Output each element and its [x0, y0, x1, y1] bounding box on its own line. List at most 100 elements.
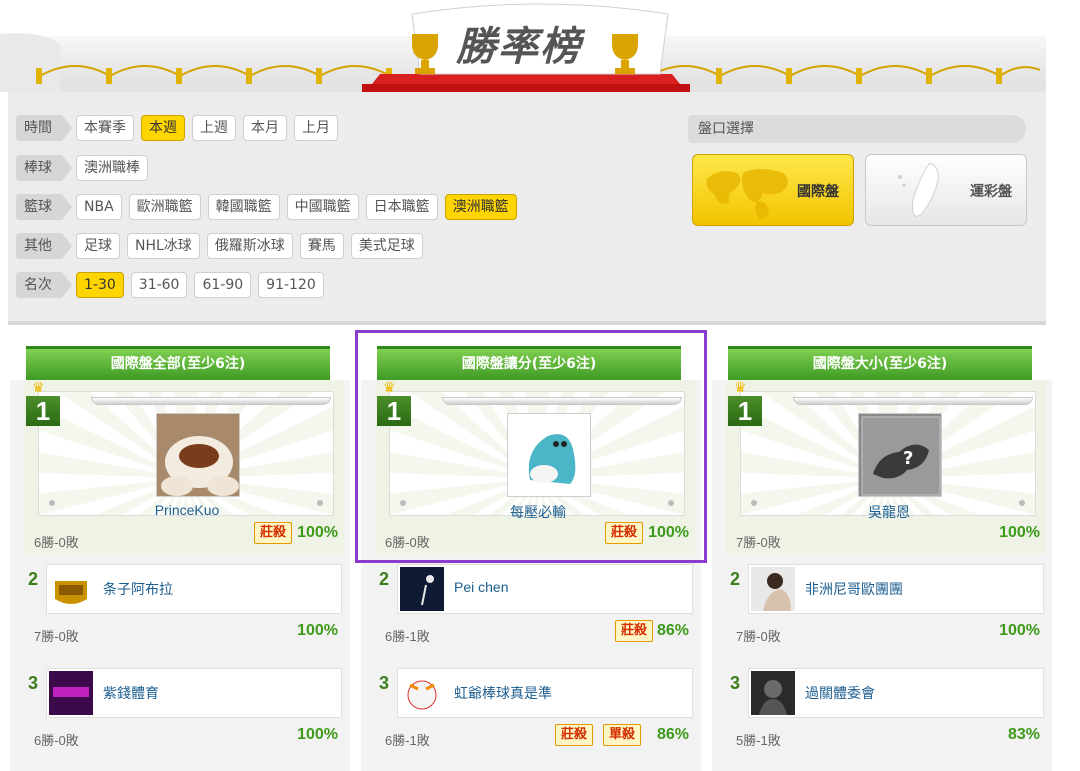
filter-option-nfl[interactable]: 美式足球 — [350, 233, 423, 259]
filter-option-rank-1-30[interactable]: 1-30 — [76, 272, 124, 298]
avatar[interactable]: ? — [858, 413, 942, 497]
filter-option-soccer[interactable]: 足球 — [76, 233, 120, 259]
filter-option-horse-racing[interactable]: 賽馬 — [299, 233, 344, 259]
banner: 勝率榜 — [0, 0, 1080, 92]
filter-option-rank-61-90[interactable]: 61-90 — [194, 272, 252, 298]
tw-lottery-market-label: 運彩盤 — [970, 184, 1012, 200]
win-loss-record: 7勝-0敗 — [34, 629, 79, 644]
rank-number: 2 — [28, 569, 39, 589]
avatar[interactable] — [751, 671, 795, 715]
rank-1-card: ? 吳龍恩 — [740, 391, 1036, 520]
avatar[interactable] — [156, 413, 240, 497]
gold-badge-avatar-image — [49, 567, 93, 611]
rank-3-entry[interactable]: 3 紫錢體育 6勝-0敗 100% — [24, 658, 344, 758]
win-rate: 86% — [656, 726, 689, 743]
taiwan-map-icon — [898, 162, 939, 217]
win-loss-record: 6勝-0敗 — [34, 733, 79, 748]
filter-option-cba[interactable]: 中國職籃 — [286, 194, 359, 220]
filter-option-abl[interactable]: 澳洲職棒 — [76, 155, 148, 181]
rank-number: 3 — [379, 673, 390, 693]
rank-1-entry[interactable]: PrinceKuo 1 ♛ 6勝-0敗 莊殺 100% — [24, 380, 344, 554]
rank-1-card: 每壓必輸 — [389, 391, 685, 520]
win-rate: 100% — [999, 524, 1040, 541]
avatar[interactable] — [49, 671, 93, 715]
rank-3-entry[interactable]: 3 過關體委會 5勝-1敗 83% — [726, 658, 1046, 758]
filter-option-khl[interactable]: 俄羅斯冰球 — [206, 233, 293, 259]
filter-row-basketball: 籃球 NBA 歐洲職籃 韓國職籃 中國職籃 日本職籃 澳洲職籃 — [16, 194, 524, 220]
avatar[interactable] — [400, 567, 444, 611]
leaderboard-column-intl-over-under: 國際盤大小(至少6注) ? 吳龍恩 1 ♛ 7勝-0敗 100% 2 非洲尼哥歐… — [712, 346, 1052, 771]
rank-number: 3 — [28, 673, 39, 693]
column-title: 國際盤全部(至少6注) — [26, 346, 330, 380]
crown-icon: ♛ — [32, 380, 45, 396]
username[interactable]: 虹爺棒球真是準 — [454, 683, 552, 703]
filter-row-rank: 名次 1-30 31-60 61-90 91-120 — [16, 272, 331, 298]
purple-logo-avatar-image — [49, 671, 93, 715]
username[interactable]: 条子阿布拉 — [103, 579, 173, 599]
filter-category-label: 時間 — [16, 115, 72, 141]
filter-option-this-week[interactable]: 本週 — [141, 115, 185, 141]
crown-icon: ♛ — [734, 380, 747, 396]
rank-3-entry[interactable]: 3 虹爺棒球真是準 6勝-1敗 莊殺 單殺 86% — [375, 658, 695, 758]
filter-option-nba[interactable]: NBA — [76, 194, 122, 220]
filter-option-bleague[interactable]: 日本職籃 — [365, 194, 438, 220]
filter-option-this-month[interactable]: 本月 — [243, 115, 287, 141]
tag-banker-kill: 莊殺 — [254, 522, 293, 544]
username[interactable]: 非洲尼哥歐團團 — [805, 579, 903, 599]
rank-card: 非洲尼哥歐團團 — [748, 564, 1044, 614]
tag-single-kill: 單殺 — [603, 724, 642, 746]
filter-option-last-month[interactable]: 上月 — [294, 115, 338, 141]
penguin-avatar-image — [508, 414, 590, 496]
win-loss-record: 6勝-1敗 — [385, 733, 430, 748]
win-loss-record: 6勝-1敗 — [385, 629, 430, 644]
username[interactable]: 每壓必輸 — [390, 502, 686, 522]
tw-lottery-market-button[interactable]: 運彩盤 — [865, 154, 1027, 226]
win-rate: 100% — [297, 726, 338, 743]
night-player-avatar-image — [400, 567, 444, 611]
rank-2-entry[interactable]: 2 条子阿布拉 7勝-0敗 100% — [24, 554, 344, 654]
rank-1-entry[interactable]: ? 吳龍恩 1 ♛ 7勝-0敗 100% — [726, 380, 1046, 554]
rank-1-entry[interactable]: 每壓必輸 1 ♛ 6勝-0敗 莊殺 100% — [375, 380, 695, 554]
filter-option-nhl[interactable]: NHL冰球 — [127, 233, 200, 259]
username[interactable]: 過關體委會 — [805, 683, 875, 703]
username[interactable]: PrinceKuo — [39, 502, 335, 518]
username[interactable]: 紫錢體育 — [103, 683, 159, 703]
rank-number: 2 — [730, 569, 741, 589]
card-hanger — [793, 397, 1033, 405]
filter-row-other: 其他 足球 NHL冰球 俄羅斯冰球 賽馬 美式足球 — [16, 233, 430, 259]
avatar[interactable] — [507, 413, 591, 497]
rank-badge: 1 — [377, 396, 411, 426]
win-rate: 83% — [1007, 726, 1040, 743]
rank-badge: 1 — [26, 396, 60, 426]
username[interactable]: Pei chen — [454, 579, 508, 595]
column-title: 國際盤讓分(至少6注) — [377, 346, 681, 380]
win-loss-record: 6勝-0敗 — [385, 535, 430, 550]
rank-card: 虹爺棒球真是準 — [397, 668, 693, 718]
filter-option-last-week[interactable]: 上週 — [192, 115, 236, 141]
tag-banker-kill: 莊殺 — [555, 724, 594, 746]
svg-text:?: ? — [903, 448, 913, 469]
filter-option-rank-91-120[interactable]: 91-120 — [258, 272, 324, 298]
win-loss-record: 7勝-0敗 — [736, 535, 781, 550]
filter-option-rank-31-60[interactable]: 31-60 — [130, 272, 188, 298]
filter-option-nbl[interactable]: 澳洲職籃 — [444, 194, 517, 220]
avatar[interactable] — [49, 567, 93, 611]
avatar[interactable] — [751, 567, 795, 611]
leaderboard-column-intl-spread: 國際盤讓分(至少6注) 每壓必輸 1 ♛ 6勝-0敗 莊殺 100% 2 Pei… — [361, 346, 701, 771]
rank-2-entry[interactable]: 2 Pei chen 6勝-1敗 莊殺 86% — [375, 554, 695, 654]
rank-number: 2 — [379, 569, 390, 589]
market-select-title: 盤口選擇 — [688, 115, 1026, 143]
default-unknown-avatar-image: ? — [859, 414, 941, 496]
filter-option-this-season[interactable]: 本賽季 — [76, 115, 134, 141]
filter-option-euroleague[interactable]: 歐洲職籃 — [128, 194, 201, 220]
filter-category-label: 其他 — [16, 233, 72, 259]
filter-option-kbl[interactable]: 韓國職籃 — [207, 194, 280, 220]
rank-card: 条子阿布拉 — [46, 564, 342, 614]
rank-2-entry[interactable]: 2 非洲尼哥歐團團 7勝-0敗 100% — [726, 554, 1046, 654]
username[interactable]: 吳龍恩 — [741, 502, 1037, 522]
filter-row-time: 時間 本賽季 本週 上週 本月 上月 — [16, 115, 345, 141]
avatar[interactable] — [400, 671, 444, 715]
column-title: 國際盤大小(至少6注) — [728, 346, 1032, 380]
intl-market-button[interactable]: 國際盤 — [692, 154, 854, 226]
crown-icon: ♛ — [383, 380, 396, 396]
